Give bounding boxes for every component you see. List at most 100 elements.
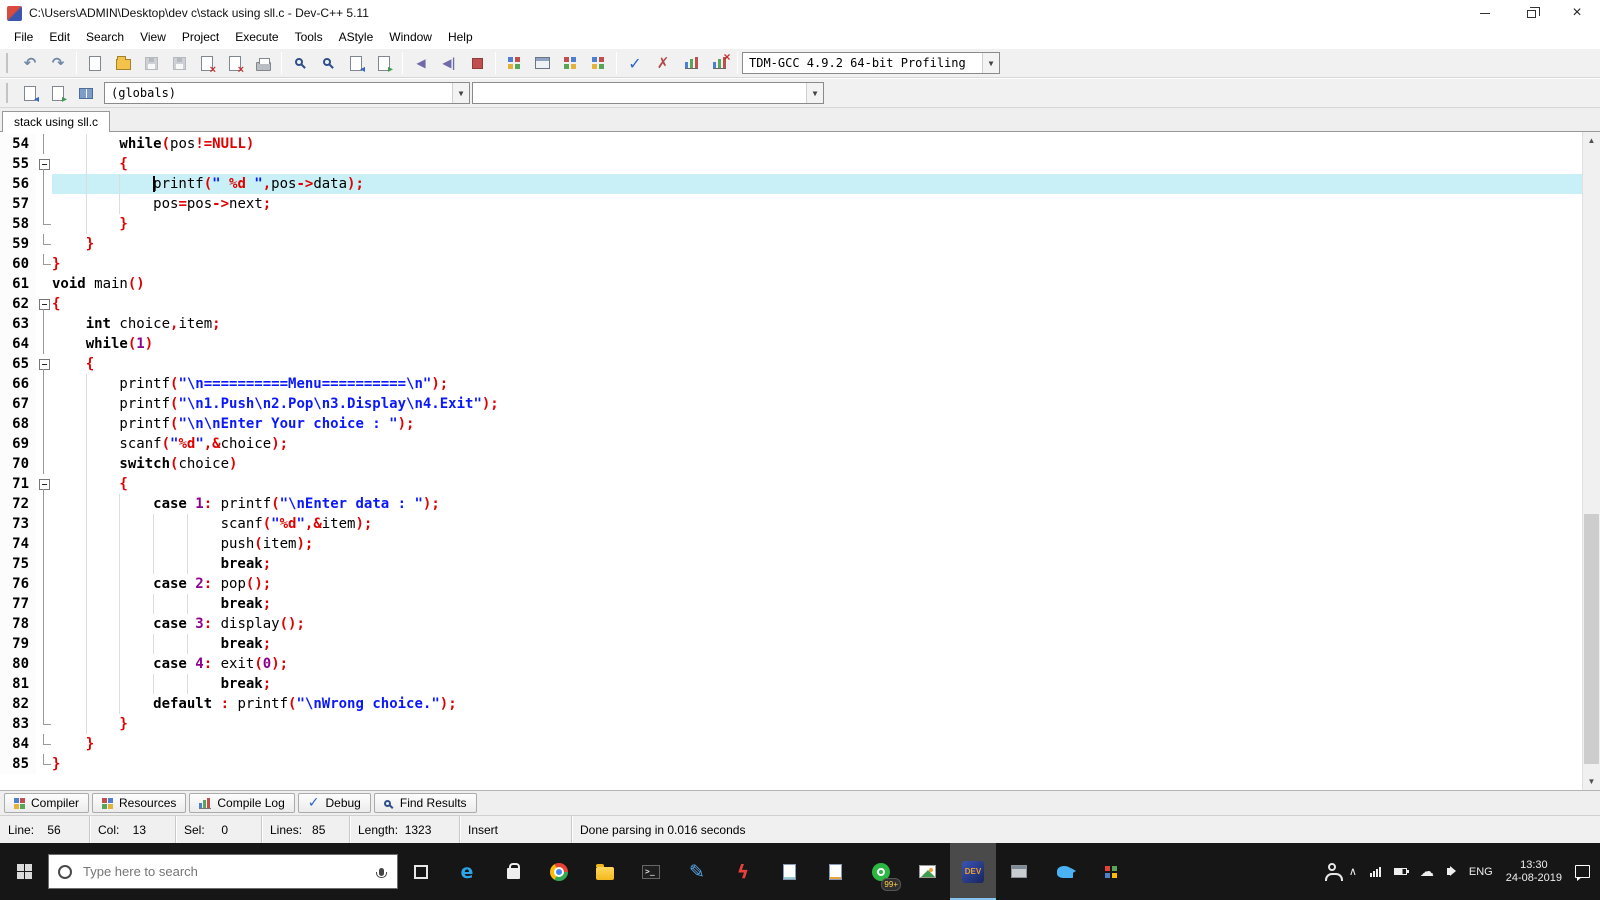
code-line-76[interactable]: 76 case 2: pop(); (0, 574, 1582, 594)
language-indicator[interactable]: ENG (1469, 866, 1493, 878)
line-number[interactable]: 76 (0, 574, 36, 594)
line-number[interactable]: 60 (0, 254, 36, 274)
code-line-82[interactable]: 82 default : printf("\nWrong choice."); (0, 694, 1582, 714)
find-button[interactable] (287, 51, 313, 75)
compile-button[interactable] (501, 51, 527, 75)
menu-search[interactable]: Search (78, 28, 132, 46)
line-number[interactable]: 69 (0, 434, 36, 454)
code-line-81[interactable]: 81 break; (0, 674, 1582, 694)
program-reset-button[interactable] (464, 51, 490, 75)
dev-cpp-taskbar-button[interactable]: DEV (950, 843, 996, 900)
code-line-73[interactable]: 73 scanf("%d",&item); (0, 514, 1582, 534)
code-line-61[interactable]: 61 void main() (0, 274, 1582, 294)
code-line-69[interactable]: 69 scanf("%d",&choice); (0, 434, 1582, 454)
code-line-66[interactable]: 66 printf("\n==========Menu==========\n")… (0, 374, 1582, 394)
twitter-taskbar-button[interactable] (1042, 843, 1088, 900)
line-number[interactable]: 83 (0, 714, 36, 734)
replace-button[interactable] (343, 51, 369, 75)
code-line-71[interactable]: 71 { (0, 474, 1582, 494)
document-app-taskbar-button[interactable] (766, 843, 812, 900)
panel-tab-debug[interactable]: ✓ Debug (297, 793, 371, 813)
line-number[interactable]: 54 (0, 134, 36, 154)
open-button[interactable] (110, 51, 136, 75)
line-number[interactable]: 64 (0, 334, 36, 354)
code-area[interactable]: 54 while(pos!=NULL) 55 {56 printf(" %d ",pos… (0, 132, 1582, 790)
line-number[interactable]: 57 (0, 194, 36, 214)
line-number[interactable]: 75 (0, 554, 36, 574)
compiler-profile-select[interactable]: TDM-GCC 4.9.2 64-bit Profiling ▼ (742, 52, 1000, 74)
onedrive-cloud-icon[interactable]: ☁ (1420, 864, 1434, 880)
menu-project[interactable]: Project (174, 28, 227, 46)
line-number[interactable]: 68 (0, 414, 36, 434)
abort-compilation-button[interactable]: ✗ (650, 51, 676, 75)
edge-taskbar-button[interactable]: e (444, 843, 490, 900)
close-file-button[interactable] (194, 51, 220, 76)
line-number[interactable]: 74 (0, 534, 36, 554)
line-number[interactable]: 56 (0, 174, 36, 194)
code-line-80[interactable]: 80 case 4: exit(0); (0, 654, 1582, 674)
code-line-55[interactable]: 55 { (0, 154, 1582, 174)
toolbar-grip[interactable] (6, 83, 11, 103)
speaker-icon[interactable] (1446, 866, 1456, 876)
code-line-77[interactable]: 77 break; (0, 594, 1582, 614)
panel-tab-compiler[interactable]: Compiler (4, 793, 90, 813)
line-number[interactable]: 58 (0, 214, 36, 234)
code-line-78[interactable]: 78 case 3: display(); (0, 614, 1582, 634)
menu-help[interactable]: Help (440, 28, 481, 46)
code-line-70[interactable]: 70 switch(choice) (0, 454, 1582, 474)
menu-execute[interactable]: Execute (227, 28, 286, 46)
redo-button[interactable]: ↷ (45, 51, 71, 75)
save-all-button[interactable] (166, 51, 192, 75)
restore-button[interactable] (1508, 0, 1554, 26)
code-line-83[interactable]: 83} (0, 714, 1582, 734)
forward-button[interactable]: ◀| (436, 51, 462, 75)
scroll-down-button[interactable]: ▼ (1583, 773, 1600, 790)
toolbar-grip[interactable] (6, 53, 11, 73)
undo-button[interactable]: ↶ (17, 51, 43, 75)
line-number[interactable]: 79 (0, 634, 36, 654)
line-number[interactable]: 63 (0, 314, 36, 334)
fold-toggle-icon[interactable] (36, 294, 52, 314)
code-line-59[interactable]: 59} (0, 234, 1582, 254)
minimize-button[interactable] (1462, 0, 1508, 26)
code-line-57[interactable]: 57 pos=pos->next; (0, 194, 1582, 214)
line-number[interactable]: 72 (0, 494, 36, 514)
code-line-65[interactable]: 65 { (0, 354, 1582, 374)
taskbar-search[interactable] (48, 854, 398, 889)
code-line-79[interactable]: 79 break; (0, 634, 1582, 654)
chrome-taskbar-button[interactable] (536, 843, 582, 900)
line-number[interactable]: 81 (0, 674, 36, 694)
chat-app-taskbar-button[interactable]: 99+ (858, 843, 904, 900)
line-number[interactable]: 59 (0, 234, 36, 254)
menu-tools[interactable]: Tools (287, 28, 331, 46)
file-explorer-taskbar-button[interactable] (582, 843, 628, 900)
line-number[interactable]: 65 (0, 354, 36, 374)
code-editor[interactable]: 54 while(pos!=NULL) 55 {56 printf(" %d ",pos… (0, 132, 1600, 790)
console-taskbar-button[interactable]: >_ (628, 843, 674, 900)
network-signal-icon[interactable] (1369, 866, 1381, 877)
vertical-scrollbar[interactable]: ▲ ▼ (1582, 132, 1600, 790)
fold-toggle-icon[interactable] (36, 154, 52, 174)
code-line-72[interactable]: 72 case 1: printf("\nEnter data : "); (0, 494, 1582, 514)
close-button[interactable]: × (1554, 0, 1600, 26)
code-line-56[interactable]: 56 printf(" %d ",pos->data); (0, 174, 1582, 194)
hidden-icons-chevron[interactable]: ∧ (1349, 865, 1357, 878)
line-number[interactable]: 80 (0, 654, 36, 674)
menu-view[interactable]: View (132, 28, 174, 46)
line-number[interactable]: 61 (0, 274, 36, 294)
tab-stack-using-sll[interactable]: stack using sll.c (2, 111, 111, 132)
start-button[interactable] (0, 843, 48, 900)
code-line-75[interactable]: 75 break; (0, 554, 1582, 574)
run-button[interactable] (529, 51, 555, 75)
line-number[interactable]: 55 (0, 154, 36, 174)
photos-app-taskbar-button[interactable] (904, 843, 950, 900)
rebuild-all-button[interactable] (585, 51, 611, 75)
menu-file[interactable]: File (6, 28, 41, 46)
code-line-85[interactable]: 85} (0, 754, 1582, 774)
tiles-app-taskbar-button[interactable] (1088, 843, 1134, 900)
line-number[interactable]: 78 (0, 614, 36, 634)
line-number[interactable]: 71 (0, 474, 36, 494)
people-icon[interactable] (1324, 863, 1343, 881)
taskbar-clock[interactable]: 13:30 24-08-2019 (1506, 859, 1562, 885)
writer-app-taskbar-button[interactable] (812, 843, 858, 900)
